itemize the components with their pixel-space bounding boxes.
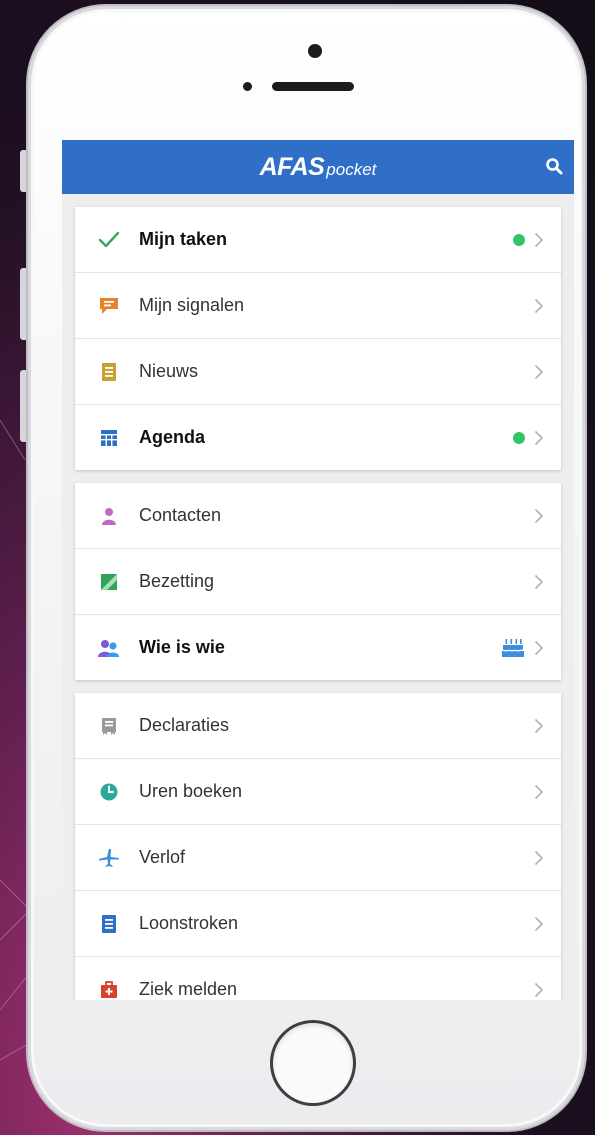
- menu-item-trailing: [533, 891, 545, 956]
- chevron-right-icon: [535, 430, 543, 445]
- app-logo: AFAS pocket: [260, 153, 377, 182]
- search-icon: [546, 158, 563, 175]
- menu-item-wie-is-wie[interactable]: Wie is wie: [75, 615, 561, 680]
- menu-item-trailing: [533, 759, 545, 824]
- menu-item-mijn-signalen[interactable]: Mijn signalen: [75, 273, 561, 339]
- menu-item-trailing: [533, 339, 545, 404]
- mute-switch: [20, 150, 28, 192]
- clock-icon: [93, 781, 125, 803]
- menu-item-verlof[interactable]: Verlof: [75, 825, 561, 891]
- menu-group-1: Mijn taken Mijn signalen Nieuws Agenda: [75, 207, 561, 470]
- menu-item-trailing: [533, 957, 545, 1000]
- menu-item-label: Mijn taken: [139, 229, 228, 249]
- app-bar: AFAS pocket: [62, 140, 574, 194]
- chevron-right-icon: [535, 232, 543, 247]
- menu-group-2: Contacten Bezetting Wie is wie: [75, 483, 561, 680]
- menu-item-label: Loonstroken: [139, 913, 239, 933]
- menu-item-uren-boeken[interactable]: Uren boeken: [75, 759, 561, 825]
- news-icon: [93, 361, 125, 383]
- menu-item-label: Wie is wie: [139, 637, 225, 657]
- menu-item-label: Uren boeken: [139, 781, 243, 801]
- notification-dot: [513, 233, 525, 246]
- receipt-icon: [93, 715, 125, 737]
- logo-sub-text: pocket: [326, 159, 377, 179]
- menu-item-contacten[interactable]: Contacten: [75, 483, 561, 549]
- menu-item-ziek-melden[interactable]: Ziek melden: [75, 957, 561, 1000]
- menu-item-label: Nieuws: [139, 361, 199, 381]
- menu-group-3: Declaraties Uren boeken Verlof Loonstroken Z…: [75, 693, 561, 1000]
- menu-item-agenda[interactable]: Agenda: [75, 405, 561, 470]
- menu-item-label: Ziek melden: [139, 979, 238, 999]
- search-button[interactable]: [542, 154, 566, 178]
- earpiece-speaker: [272, 82, 354, 91]
- chevron-right-icon: [535, 298, 543, 313]
- menu-item-nieuws[interactable]: Nieuws: [75, 339, 561, 405]
- menu-item-label: Contacten: [139, 505, 222, 525]
- menu-item-trailing: [513, 405, 545, 470]
- menu-item-label: Declaraties: [139, 715, 230, 735]
- menu-item-trailing: [533, 549, 545, 614]
- payslip-icon: [93, 913, 125, 935]
- people-icon: [93, 637, 125, 659]
- chevron-right-icon: [535, 784, 543, 799]
- calendar-icon: [93, 427, 125, 449]
- chevron-right-icon: [535, 508, 543, 523]
- birthday-cake-icon: [501, 638, 525, 658]
- app-screen: AFAS pocket Mijn taken Mijn signalen Nieuw…: [62, 140, 574, 1000]
- menu-item-label: Agenda: [139, 427, 206, 447]
- chevron-right-icon: [535, 850, 543, 865]
- menu-item-label: Bezetting: [139, 571, 215, 591]
- menu-item-trailing: [533, 273, 545, 338]
- chat-bubble-icon: [93, 295, 125, 317]
- chevron-right-icon: [535, 364, 543, 379]
- check-icon: [93, 229, 125, 251]
- menu-item-trailing: [533, 825, 545, 890]
- menu-item-declaraties[interactable]: Declaraties: [75, 693, 561, 759]
- first-aid-icon: [93, 979, 125, 1001]
- menu-item-loonstroken[interactable]: Loonstroken: [75, 891, 561, 957]
- chevron-right-icon: [535, 718, 543, 733]
- front-camera: [308, 44, 322, 58]
- menu-list: Mijn taken Mijn signalen Nieuws Agenda Conta…: [62, 207, 574, 1000]
- person-icon: [93, 505, 125, 527]
- chevron-right-icon: [535, 574, 543, 589]
- logo-main-text: AFAS: [259, 152, 325, 181]
- menu-item-mijn-taken[interactable]: Mijn taken: [75, 207, 561, 273]
- chevron-right-icon: [535, 640, 543, 655]
- chevron-right-icon: [535, 916, 543, 931]
- airplane-icon: [93, 847, 125, 869]
- notification-dot: [513, 431, 525, 444]
- volume-down-button: [20, 370, 28, 442]
- menu-item-trailing: [533, 483, 545, 548]
- menu-item-bezetting[interactable]: Bezetting: [75, 549, 561, 615]
- menu-item-trailing: [513, 207, 545, 272]
- volume-up-button: [20, 268, 28, 340]
- occupancy-icon: [93, 571, 125, 593]
- menu-item-trailing: [501, 615, 545, 680]
- chevron-right-icon: [535, 982, 543, 997]
- menu-item-label: Verlof: [139, 847, 186, 867]
- menu-item-trailing: [533, 693, 545, 758]
- home-button[interactable]: [270, 1020, 356, 1106]
- proximity-sensor: [243, 82, 252, 91]
- menu-item-label: Mijn signalen: [139, 295, 245, 315]
